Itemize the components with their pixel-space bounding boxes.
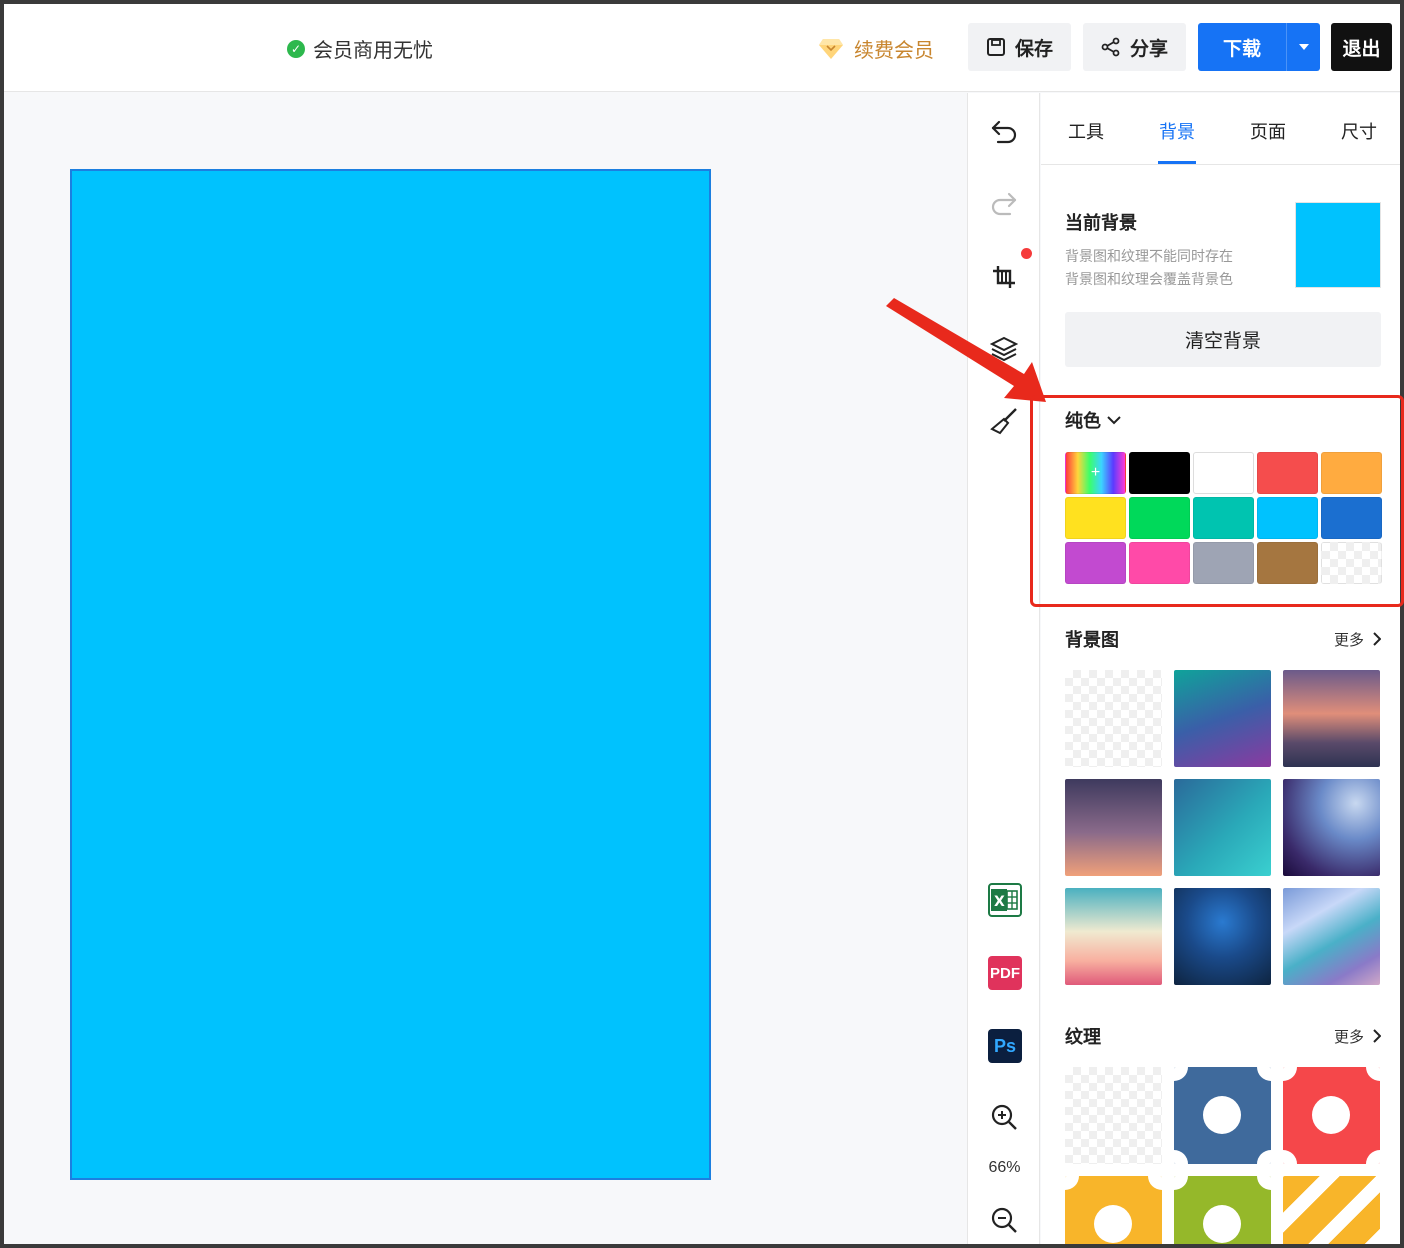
current-bg-note-2: 背景图和纹理会覆盖背景色 [1065, 271, 1233, 287]
more-label: 更多 [1333, 1028, 1364, 1046]
bg-image-grid [1065, 670, 1381, 985]
ps-icon[interactable]: Ps [988, 1029, 1022, 1063]
tab-size[interactable]: 尺寸 [1341, 118, 1377, 144]
notification-dot [1021, 248, 1032, 259]
texture-grid [1065, 1067, 1381, 1244]
tab-background[interactable]: 背景 [1159, 118, 1195, 144]
renew-label: 续费会员 [854, 40, 934, 62]
member-commercial-tag[interactable]: ✓ 会员商用无忧 [287, 34, 433, 63]
exit-label: 退出 [1342, 38, 1381, 60]
share-button[interactable]: 分享 [1083, 23, 1186, 71]
exit-button[interactable]: 退出 [1331, 23, 1392, 71]
tab-page[interactable]: 页面 [1250, 118, 1286, 144]
bg-images-title: 背景图 [1065, 630, 1119, 650]
annotation-arrow-icon [886, 298, 1046, 402]
current-bg-title: 当前背景 [1065, 213, 1137, 233]
ps-label: Ps [993, 1035, 1017, 1056]
share-label: 分享 [1129, 38, 1168, 60]
clear-background-button[interactable]: 清空背景 [1065, 312, 1381, 367]
download-label: 下载 [1222, 38, 1261, 60]
chevron-right-icon [1373, 632, 1381, 646]
bg-image-thumb[interactable] [1174, 670, 1271, 767]
save-icon [986, 38, 1005, 56]
current-bg-swatch[interactable] [1295, 202, 1381, 288]
active-tab-indicator [1158, 161, 1196, 164]
bg-image-thumb[interactable] [1174, 779, 1271, 876]
undo-icon[interactable] [989, 117, 1019, 147]
app-window: ✓ 会员商用无忧 续费会员 保存 分享 下载 退出 X PDF Ps 66% 工… [4, 4, 1400, 1244]
chevron-right-icon [1373, 1029, 1381, 1043]
texture-thumb-green-dots[interactable] [1174, 1176, 1271, 1244]
redo-icon[interactable] [989, 189, 1019, 219]
download-button[interactable]: 下载 [1198, 23, 1286, 71]
tab-tools[interactable]: 工具 [1068, 118, 1104, 144]
bg-images-more-link[interactable]: 更多 [1334, 629, 1381, 650]
renew-member-link[interactable]: 续费会员 [818, 34, 934, 63]
pdf-label: PDF [990, 964, 1020, 982]
texture-thumb-red-dots[interactable] [1283, 1067, 1380, 1164]
current-bg-note-1: 背景图和纹理不能同时存在 [1065, 248, 1233, 264]
bg-image-thumb[interactable] [1065, 888, 1162, 985]
bg-image-thumb[interactable] [1174, 888, 1271, 985]
pdf-icon[interactable]: PDF [988, 956, 1022, 990]
excel-icon[interactable]: X [988, 883, 1022, 917]
texture-thumb-blue-dots[interactable] [1174, 1067, 1271, 1164]
texture-thumb-yellow-dots[interactable] [1065, 1176, 1162, 1244]
canvas-area[interactable] [4, 93, 967, 1244]
textures-header: 纹理 更多 [1065, 1023, 1381, 1049]
svg-text:X: X [994, 894, 1005, 910]
textures-more-link[interactable]: 更多 [1334, 1026, 1381, 1047]
save-label: 保存 [1014, 38, 1053, 60]
textures-title: 纹理 [1065, 1027, 1101, 1047]
texture-none[interactable] [1065, 1067, 1162, 1164]
background-panel: 工具 背景 页面 尺寸 当前背景 背景图和纹理不能同时存在 背景图和纹理会覆盖背… [1041, 93, 1400, 1244]
crop-icon[interactable] [989, 262, 1019, 292]
zoom-level: 66% [988, 1159, 1021, 1176]
check-circle-icon: ✓ [287, 39, 305, 58]
caret-down-icon [1298, 44, 1309, 50]
save-button[interactable]: 保存 [968, 23, 1071, 71]
bg-images-header: 背景图 更多 [1065, 626, 1381, 652]
panel-tabs: 工具 背景 页面 尺寸 [1041, 93, 1400, 165]
bg-image-thumb[interactable] [1283, 888, 1380, 985]
design-page[interactable] [70, 169, 711, 1180]
tool-column: X PDF Ps 66% [967, 93, 1040, 1244]
texture-thumb-stripes[interactable] [1283, 1176, 1380, 1244]
bg-image-thumb[interactable] [1283, 779, 1380, 876]
bg-image-thumb[interactable] [1283, 670, 1380, 767]
more-label: 更多 [1333, 631, 1364, 649]
top-bar: ✓ 会员商用无忧 续费会员 保存 分享 下载 退出 [4, 4, 1400, 92]
diamond-icon [819, 38, 843, 59]
download-options-dropdown[interactable] [1286, 23, 1320, 71]
bg-image-thumb[interactable] [1065, 779, 1162, 876]
zoom-out-icon[interactable] [989, 1205, 1019, 1235]
bg-image-none[interactable] [1065, 670, 1162, 767]
member-label: 会员商用无忧 [313, 40, 433, 62]
zoom-in-icon[interactable] [989, 1102, 1019, 1132]
solid-color-highlight-box [1030, 395, 1404, 607]
share-icon [1101, 37, 1120, 57]
